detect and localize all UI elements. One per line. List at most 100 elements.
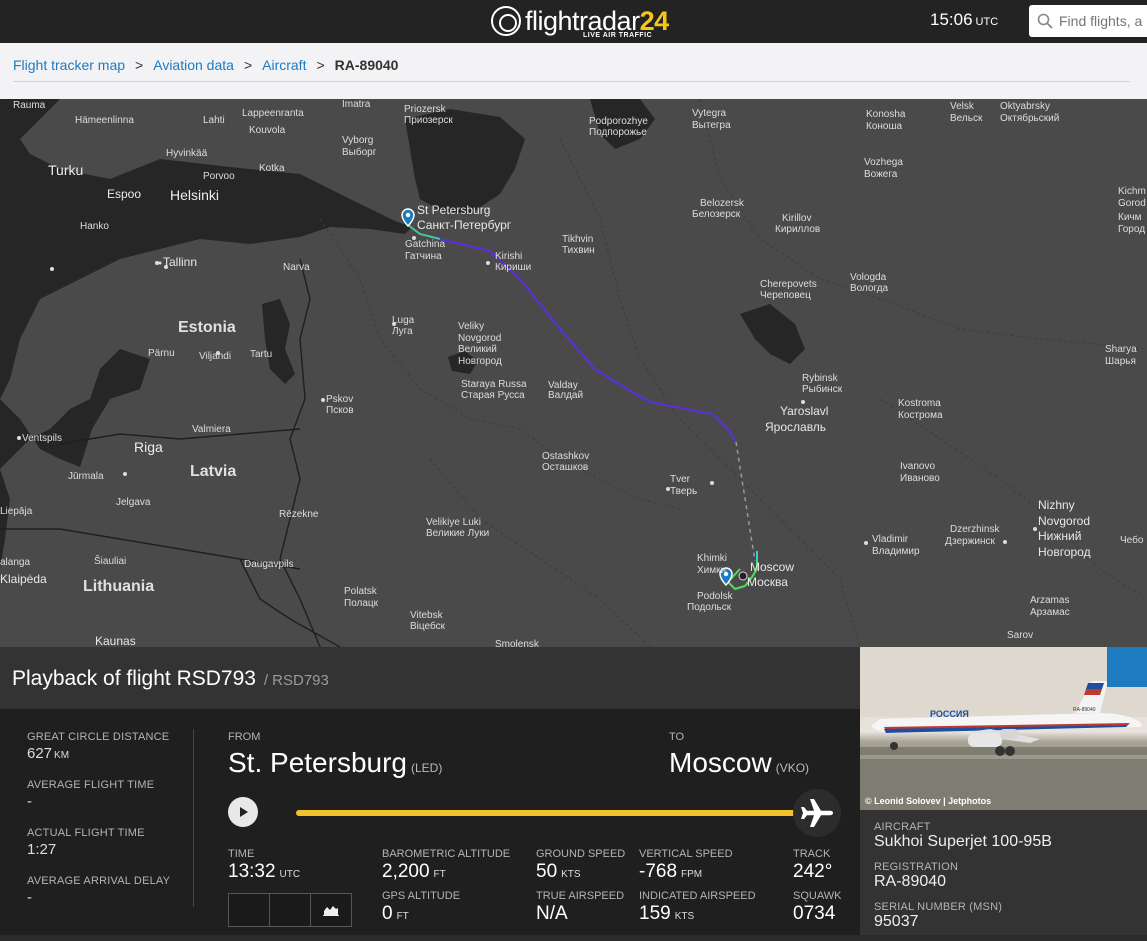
map-label: Череповец [760,290,811,301]
map-label: Вожега [864,169,898,180]
map-label: Daugavpils [244,559,294,570]
breadcrumb-divider [13,81,1130,82]
map-label: Rēzekne [279,509,319,520]
photo-expand-corner[interactable] [1107,647,1147,687]
map-label: Novgorod [458,333,502,344]
map-label: Gatchina [405,239,446,250]
serial-value: 95037 [874,913,919,930]
clock-time: 15:06 [930,10,973,29]
aircraft-photo[interactable]: РОССИЯ RA-89040 © Leonid Solovev | Jetph… [860,647,1147,810]
map-label: Turku [48,162,84,178]
altitude-graph-button[interactable] [311,894,351,926]
radar-icon [491,6,521,36]
map-label: Октябрьский [1000,113,1060,124]
breadcrumb-flight-tracker-map[interactable]: Flight tracker map [13,57,125,73]
telemetry-squawk: SQUAWK 0734 [793,890,842,924]
flightradar24-logo[interactable]: flightradar24 LIVE AIR TRAFFIC [491,2,669,40]
map-label: Kouvola [249,125,286,136]
map-label: Ярославль [765,420,827,434]
map-label: Выборг [342,147,377,158]
from-label: FROM [228,731,261,743]
breadcrumb: Flight tracker map > Aviation data > Air… [13,57,398,73]
map-label: Velsk [950,101,974,112]
map-label: Великие Луки [426,528,490,539]
map-label: Arzamas [1030,595,1070,606]
flight-path-gap [735,441,756,562]
map-label: Nizhny [1038,498,1075,512]
map-label: Riga [134,439,163,455]
map-label: Vologda [850,272,887,283]
map-label: alanga [0,557,31,568]
search-box[interactable] [1029,5,1147,37]
playback-subtitle: / RSD793 [263,672,329,689]
map-label: Jūrmala [68,471,104,482]
map-label: Псков [326,405,354,416]
map-label: Latvia [190,463,237,480]
map-label: Kirillov [782,213,812,224]
map-label: Hyvinkää [166,148,208,159]
map-label: Priozersk [404,104,446,115]
map-label: Konosha [866,109,906,120]
aircraft-type[interactable]: Sukhoi Superjet 100-95B [874,833,1052,851]
stat-label: GREAT CIRCLE DISTANCE [27,731,170,743]
map-label: Владимир [872,546,920,557]
photo-credit[interactable]: © Leonid Solovev | Jetphotos [865,796,991,806]
breadcrumb-aircraft[interactable]: Aircraft [262,57,306,73]
map-label: Viljandi [199,351,232,362]
map-label: Тверь [670,486,698,497]
origin-code: (LED) [410,761,443,775]
map-label: Veliky [458,321,485,332]
playback-title: Playback of flight RSD793 / RSD793 [12,667,329,690]
map-label: Валдай [548,390,584,401]
map-label: Чебо [1120,535,1144,546]
map-label: Тихвин [562,245,595,256]
map-label: Нижний [1038,529,1082,543]
registration-value[interactable]: RA-89040 [874,873,1052,891]
stat-value-average-time: - [27,793,32,810]
aircraft-panel: РОССИЯ RA-89040 © Leonid Solovev | Jetph… [860,647,1147,935]
serial-label: SERIAL NUMBER (MSN) [874,901,1003,913]
map-label: Valmiera [192,424,231,435]
map-label: Кириши [495,262,532,273]
view-button-1[interactable] [229,894,270,926]
map-label: Pärnu [148,348,175,359]
map-label: Kirishi [495,251,523,262]
map-label: Иваново [900,473,940,484]
map-base [0,99,1147,647]
stat-value-arrival-delay: - [27,889,32,906]
logo-text: flightradar24 [525,5,669,36]
map-label: Lahti [203,115,225,126]
map-label: Rauma [13,100,46,111]
play-button[interactable] [228,797,258,827]
map-label: Вытегра [692,120,731,131]
flight-map[interactable]: Rauma Hämeenlinna Lahti Lappeenranta Kouvola… [0,99,1147,647]
playback-slider-handle[interactable] [793,789,841,837]
stat-label: ACTUAL FLIGHT TIME [27,827,145,839]
origin-pin-icon[interactable] [401,208,415,228]
livery-text: РОССИЯ [930,709,969,719]
map-label: Шарья [1105,356,1136,367]
map-label: Луга [392,326,413,337]
map-label: Oktyabrsky [1000,101,1051,112]
map-label: Кичм [1118,212,1142,223]
telemetry-true-airspeed: TRUE AIRSPEED N/A [536,890,625,924]
map-label: Sarov [1007,630,1034,641]
map-label: Sharya [1105,344,1137,355]
panel-divider [193,729,194,907]
map-label: Gorod [1118,198,1146,209]
map-label: Polatsk [344,586,377,597]
map-label: Ventspils [22,433,63,444]
map-label: Kotka [259,163,285,174]
map-label: Lappeenranta [242,108,304,119]
map-label: Espoo [107,187,142,201]
map-label: Belozersk [700,198,744,209]
playback-header: Playback of flight RSD793 / RSD793 [0,647,860,709]
breadcrumb-aviation-data[interactable]: Aviation data [153,57,234,73]
view-button-2[interactable] [270,894,311,926]
to-label: TO [669,731,685,743]
map-label: Белозерск [692,209,741,220]
search-input[interactable] [1059,13,1147,29]
breadcrumb-separator: > [135,57,144,73]
playback-progress-bar[interactable] [296,810,816,816]
map-label: Helsinki [170,187,220,203]
